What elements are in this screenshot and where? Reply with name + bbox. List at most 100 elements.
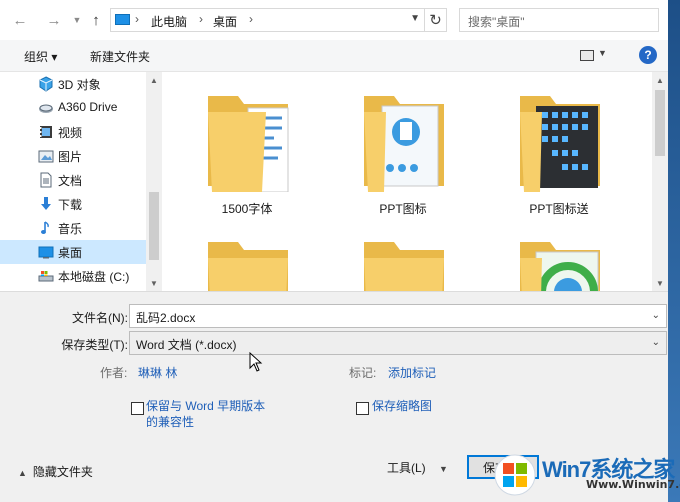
tools-label: 工具(L) (387, 461, 426, 475)
author-value[interactable]: 琳琳 林 (138, 364, 177, 381)
tools-menu-button[interactable]: 工具(L) ▼ (387, 459, 448, 476)
refresh-icon: ↻ (429, 12, 442, 29)
back-button[interactable]: ← (10, 10, 30, 30)
up-arrow-icon: ↑ (92, 11, 100, 29)
chevron-down-icon: ▼ (72, 15, 82, 25)
mouse-cursor-icon (249, 352, 263, 372)
scroll-down-icon[interactable]: ▼ (656, 279, 664, 288)
folder-icon (520, 242, 600, 291)
download-icon (41, 197, 51, 210)
thumbnail-checkbox[interactable] (356, 402, 369, 415)
chevron-down-icon: ▼ (439, 464, 448, 474)
watermark: Win7系统之家 Www.Winwin7.com (490, 448, 680, 502)
folder-name: PPT图标 (379, 202, 427, 216)
video-icon (40, 126, 52, 138)
address-row: ← → ▼ ↑ › 此电脑 › 桌面 › ▼ ↻ 搜索"桌面" (0, 0, 668, 40)
breadcrumb-desktop[interactable]: 桌面 (213, 13, 237, 30)
add-tags-link[interactable]: 添加标记 (388, 364, 436, 381)
desktop-icon (38, 246, 54, 259)
scroll-down-icon[interactable]: ▼ (150, 279, 158, 288)
breadcrumb-this-pc[interactable]: 此电脑 (151, 13, 187, 30)
picture-icon (38, 150, 54, 163)
chevron-up-icon: ▲ (18, 468, 27, 478)
nav-item-videos[interactable]: 视频 (0, 120, 146, 144)
folder-icon (364, 242, 444, 291)
nav-item-documents[interactable]: 文档 (0, 168, 146, 192)
filetype-select[interactable]: Word 文档 (*.docx) ⌄ (129, 331, 667, 355)
tags-label: 标记: (349, 366, 377, 380)
nav-item-label: 桌面 (58, 246, 83, 260)
windows-logo-icon (494, 454, 536, 496)
forward-button[interactable]: → (44, 10, 64, 30)
scrollbar-thumb[interactable] (655, 90, 665, 156)
nav-item-pictures[interactable]: 图片 (0, 144, 146, 168)
recent-locations-button[interactable]: ▼ (70, 10, 84, 30)
back-arrow-icon: ← (12, 11, 28, 29)
filetype-value: Word 文档 (*.docx) (136, 338, 237, 352)
thumbnail-checkbox-label[interactable]: 保存缩略图 (372, 398, 432, 414)
file-list: 1500字体 PPT图标 PPT图标送 ▲ ▼ (162, 72, 668, 291)
hide-folders-button[interactable]: ▲ 隐藏文件夹 (18, 463, 93, 480)
nav-item-label: 音乐 (58, 222, 83, 236)
nav-item-local-disk-c[interactable]: 本地磁盘 (C:) (0, 264, 146, 288)
folder-icon (208, 242, 288, 291)
scroll-up-icon[interactable]: ▲ (150, 76, 158, 85)
folder-name: 1500字体 (221, 202, 273, 216)
author-label: 作者: (100, 366, 128, 380)
nav-item-label: 文档 (58, 174, 83, 188)
view-icon (580, 50, 594, 61)
scrollbar-thumb[interactable] (149, 192, 159, 260)
folder-icon (520, 96, 600, 192)
up-button[interactable]: ↑ (86, 10, 106, 30)
computer-icon (115, 14, 130, 25)
desktop-background (668, 0, 680, 502)
nav-item-music[interactable]: 音乐 (0, 216, 146, 240)
folder-icon (208, 96, 289, 192)
help-button[interactable]: ? (639, 46, 657, 64)
search-input[interactable]: 搜索"桌面" (459, 8, 659, 32)
navigation-scrollbar[interactable]: ▲ ▼ (146, 72, 162, 291)
filetype-label: 保存类型(T): (61, 338, 128, 352)
chevron-down-icon[interactable]: ⌄ (652, 310, 660, 321)
address-dropdown-icon[interactable]: ▼ (410, 13, 420, 24)
chevron-down-icon: ⌄ (651, 337, 660, 348)
forward-arrow-icon: → (46, 11, 62, 29)
nav-item-label: 视频 (58, 126, 83, 140)
nav-item-label: 3D 对象 (58, 78, 101, 92)
chevron-down-icon: ▼ (598, 48, 607, 58)
filename-label: 文件名(N): (72, 311, 128, 325)
breadcrumb-separator-icon: › (135, 12, 139, 26)
compat-checkbox-label[interactable]: 保留与 Word 早期版本的兼容性 (146, 398, 272, 430)
nav-item-a360-drive[interactable]: A360 Drive (0, 96, 146, 120)
address-bar[interactable]: › 此电脑 › 桌面 › ▼ (110, 8, 447, 32)
refresh-button[interactable]: ↻ (424, 8, 446, 32)
breadcrumb-separator-icon: › (199, 12, 203, 26)
change-view-button[interactable]: ▼ (576, 48, 610, 64)
nav-item-downloads[interactable]: 下载 (0, 192, 146, 216)
nav-item-desktop[interactable]: 桌面 (0, 240, 146, 264)
3d-objects-icon (39, 76, 53, 92)
navigation-pane: 3D 对象 A360 Drive 视频 图片 文档 下载 音乐 桌面 本地磁盘 … (0, 72, 162, 291)
organize-menu-button[interactable]: 组织 ▾ (24, 48, 57, 65)
folder-icon (364, 96, 444, 192)
music-icon (41, 221, 49, 234)
nav-item-label: 下载 (58, 198, 83, 212)
compat-checkbox[interactable] (131, 402, 144, 415)
save-as-dialog: ← → ▼ ↑ › 此电脑 › 桌面 › ▼ ↻ 搜索"桌面" 组织 ▾ 新建文… (0, 0, 668, 502)
disk-icon (38, 271, 54, 282)
new-folder-button[interactable]: 新建文件夹 (90, 48, 150, 65)
folder-name: PPT图标送 (529, 202, 589, 216)
document-icon (40, 172, 52, 188)
hide-folders-label: 隐藏文件夹 (32, 465, 93, 479)
watermark-url: Www.Winwin7.com (586, 478, 680, 491)
nav-item-3d-objects[interactable]: 3D 对象 (0, 72, 146, 96)
nav-item-label: 图片 (58, 150, 83, 164)
filename-field[interactable]: 乱码2.docx ⌄ (129, 304, 667, 328)
file-list-scrollbar[interactable]: ▲ ▼ (652, 72, 668, 291)
scroll-up-icon[interactable]: ▲ (656, 76, 664, 85)
breadcrumb-separator-icon: › (249, 12, 253, 26)
command-bar: 组织 ▾ 新建文件夹 ▼ (0, 40, 668, 72)
nav-item-label: A360 Drive (58, 100, 118, 114)
filename-value: 乱码2.docx (136, 311, 196, 325)
cloud-drive-icon (39, 104, 53, 113)
